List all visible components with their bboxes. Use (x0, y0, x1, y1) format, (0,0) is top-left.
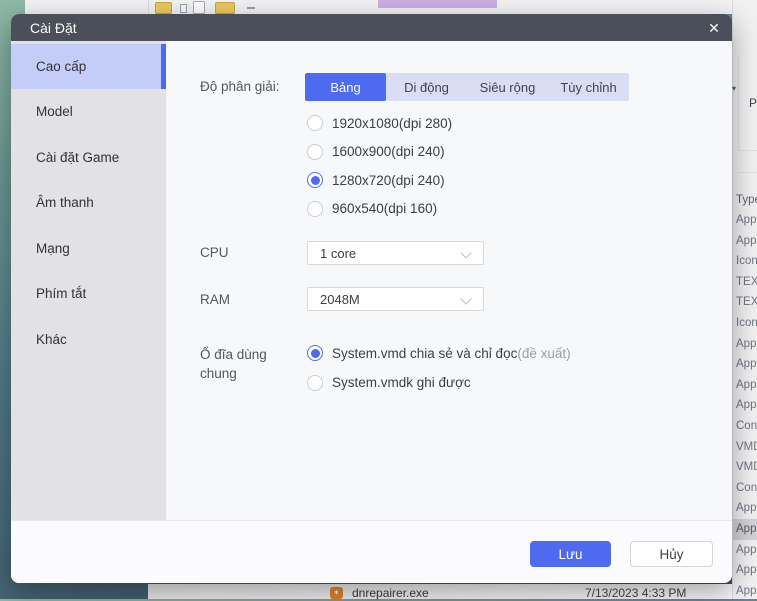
resolution-option-1920x1080[interactable]: 1920x1080(dpi 280) (307, 115, 452, 132)
type-column-row[interactable]: Appl (733, 560, 757, 581)
radio-icon (307, 201, 323, 217)
close-icon[interactable]: ✕ (702, 16, 726, 40)
type-column-row[interactable]: Appl (733, 334, 757, 355)
tab-tuy-chinh[interactable]: Tùy chỉnh (548, 73, 629, 101)
type-column-row[interactable]: Icon (733, 313, 757, 334)
cpu-label: CPU (200, 245, 229, 260)
ram-label: RAM (200, 292, 230, 307)
sidebar-item-cao-cap[interactable]: Cao cấp (11, 44, 166, 90)
type-column-row[interactable]: Appl (733, 210, 757, 231)
folder-icon (155, 2, 172, 14)
type-column-row[interactable]: Appl (733, 519, 757, 540)
cancel-button[interactable]: Hủy (630, 541, 713, 567)
type-column-row[interactable]: Appl (733, 581, 757, 601)
radio-icon (307, 115, 323, 131)
type-column-row[interactable]: TEXT (733, 292, 757, 313)
resolution-option-1280x720[interactable]: 1280x720(dpi 240) (307, 172, 445, 189)
type-column-row[interactable]: VMD (733, 437, 757, 458)
resolution-label: Độ phân giải: (200, 79, 280, 94)
type-column-row[interactable]: Conf (733, 416, 757, 437)
background-toolbar-strip (25, 0, 757, 14)
ram-select[interactable]: 2048M (307, 287, 484, 311)
sidebar-item-khac[interactable]: Khác (11, 317, 166, 363)
resolution-tabbar: Bảng Di động Siêu rộng Tùy chỉnh (305, 73, 629, 101)
cpu-select[interactable]: 1 core (307, 241, 484, 265)
purple-tab-fragment (378, 0, 497, 8)
shared-disk-label: Ổ đĩa dùng chung (200, 345, 300, 383)
type-column-row[interactable]: Icon (733, 251, 757, 272)
tab-di-dong[interactable]: Di động (386, 73, 467, 101)
type-column-rows: ApplApplIconTEXTTEXTIconApplApplApplAppl… (733, 210, 757, 601)
sidebar-item-mang[interactable]: Mạng (11, 226, 166, 272)
radio-selected-icon (307, 345, 323, 361)
type-column-row[interactable]: TEXT (733, 272, 757, 293)
type-column-row[interactable]: Appl (733, 498, 757, 519)
sidebar-item-model[interactable]: Model (11, 89, 166, 135)
shared-disk-option-vmd[interactable]: System.vmd chia sẻ và chỉ đọc(đề xuất) (307, 345, 571, 362)
sidebar-item-am-thanh[interactable]: Âm thanh (11, 180, 166, 226)
background-file-row-strip: ✶ dnrepairer.exe 7/13/2023 4:33 PM (148, 584, 732, 599)
settings-dialog: Cài Đặt ✕ Cao cấp Model Cài đặt Game Âm … (11, 14, 732, 583)
sidebar-item-cai-dat-game[interactable]: Cài đặt Game (11, 135, 166, 181)
resolution-option-1600x900[interactable]: 1600x900(dpi 240) (307, 143, 445, 160)
file-date-modified: 7/13/2023 4:33 PM (585, 586, 686, 600)
type-column-header[interactable]: Type (736, 194, 757, 206)
save-button[interactable]: Lưu (530, 541, 611, 567)
small-icon (180, 4, 187, 13)
type-column-row[interactable]: Appl (733, 395, 757, 416)
sidebar-item-phim-tat[interactable]: Phím tắt (11, 271, 166, 317)
radio-icon (307, 144, 323, 160)
radio-selected-icon (307, 172, 323, 188)
chevron-down-icon (460, 247, 471, 258)
dropdown-caret-icon[interactable]: ▾ (732, 84, 736, 93)
resolution-option-960x540[interactable]: 960x540(dpi 160) (307, 200, 437, 217)
shared-disk-option-vmdk[interactable]: System.vmdk ghi được (307, 374, 471, 391)
toolbar-partial-text: P (749, 96, 757, 110)
tab-sieu-rong[interactable]: Siêu rộng (467, 73, 548, 101)
dash-icon (247, 7, 255, 9)
radio-icon (307, 375, 323, 391)
dialog-footer: Lưu Hủy (11, 520, 732, 583)
exe-file-icon: ✶ (330, 587, 343, 599)
type-column-row[interactable]: Appl (733, 231, 757, 252)
document-icon (193, 1, 205, 14)
toolbar-divider (148, 0, 149, 14)
type-column-row[interactable]: Appl (733, 354, 757, 375)
file-name[interactable]: dnrepairer.exe (352, 586, 429, 600)
folder-icon (215, 2, 235, 14)
chevron-down-icon (460, 293, 471, 304)
type-column-row[interactable]: VMD (733, 457, 757, 478)
dialog-titlebar: Cài Đặt (11, 14, 732, 41)
dialog-title: Cài Đặt (11, 20, 77, 36)
background-file-panel: ▾ P Type ApplApplIconTEXTTEXTIconApplApp… (732, 0, 757, 599)
tab-bang[interactable]: Bảng (305, 73, 386, 101)
settings-sidebar: Cao cấp Model Cài đặt Game Âm thanh Mạng… (11, 41, 166, 521)
type-column-row[interactable]: Appl (733, 375, 757, 396)
type-column-row[interactable]: Conf (733, 478, 757, 499)
type-column-row[interactable]: Appl (733, 540, 757, 561)
